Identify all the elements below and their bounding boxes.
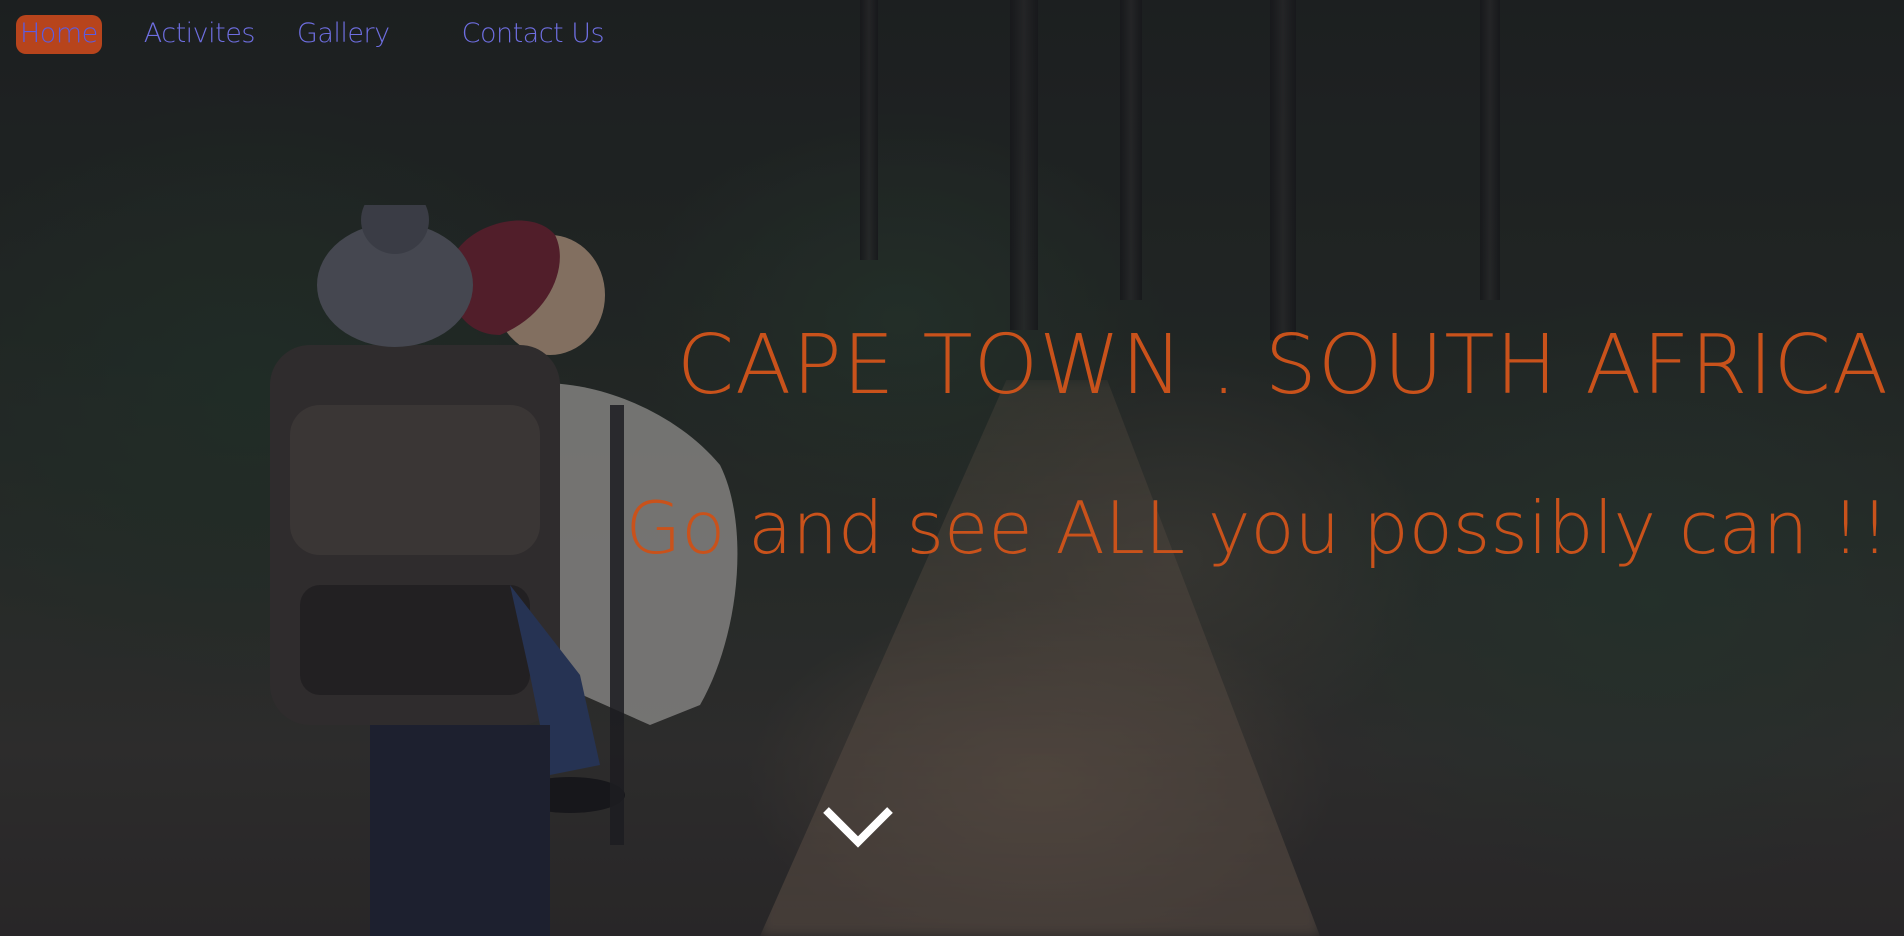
main-nav: Home Activites Gallery Contact Us [16,12,608,56]
nav-item-activites[interactable]: Activites [140,15,259,54]
hero-title: CAPE TOWN . SOUTH AFRICA [676,318,1889,413]
hero-tagline: Go and see ALL you possibly can !! [625,486,1889,570]
nav-item-home[interactable]: Home [16,14,102,54]
nav-item-contact-us[interactable]: Contact Us [458,15,608,54]
hero-section: Home Activites Gallery Contact Us CAPE T… [0,0,1904,936]
dark-overlay [0,0,1904,936]
nav-item-gallery[interactable]: Gallery [293,15,394,54]
chevron-down-icon[interactable] [820,802,896,850]
